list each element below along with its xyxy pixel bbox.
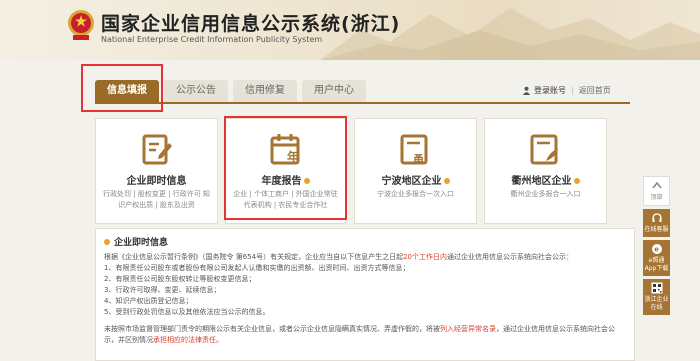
qr-code-icon: [651, 282, 662, 294]
app-label: e照通App下载: [644, 257, 669, 272]
headset-icon: [651, 213, 662, 222]
info-item: 3、行政许可取得、变更、延续信息；: [104, 286, 221, 294]
back-home-link[interactable]: 返回首页: [579, 85, 611, 96]
annotation-box-card: [224, 116, 347, 220]
intro-text: 根据《企业信息公示暂行条例》（国务院令 第654号）有关规定，企业应当自以下信息…: [104, 253, 404, 261]
card-title: 企业即时信息: [126, 176, 187, 187]
info-intro: 根据《企业信息公示暂行条例》（国务院令 第654号）有关规定，企业应当自以下信息…: [104, 252, 626, 263]
card-ningbo[interactable]: 甬 宁波地区企业 宁波企业多报合一次入口: [354, 118, 477, 224]
zhejiang-online-button[interactable]: 浙江企业在线: [643, 279, 670, 315]
info-item: 4、知识产权出质登记信息；: [104, 297, 193, 305]
card-subtitle: 宁波企业多报合一次入口: [377, 190, 454, 198]
tab-public-notice[interactable]: 公示公告: [164, 80, 228, 102]
app-download-button[interactable]: e e照通App下载: [643, 240, 670, 276]
online-label: 在线客服: [644, 226, 669, 233]
instant-info-panel: 企业即时信息 根据《企业信息公示暂行条例》（国务院令 第654号）有关规定，企业…: [95, 228, 635, 361]
card-title: 衢州地区企业: [485, 172, 606, 187]
quzhou-document-icon: [530, 134, 558, 165]
floating-sidebar: 顶部 在线客服 e e照通App下载 浙江企业在线: [643, 176, 670, 318]
national-emblem-icon: [68, 10, 94, 40]
site-title-english: National Enterprise Credit Information P…: [101, 35, 323, 44]
footer-highlight: 列入经营异常名录: [440, 325, 496, 333]
card-subtitle: 衢州企业多报合一入口: [510, 190, 581, 198]
login-link[interactable]: 登录账号: [534, 85, 566, 96]
card-title-text: 宁波地区企业: [381, 176, 442, 187]
info-item: 5、受到行政处罚信息以及其他依法应当公示的信息。: [104, 308, 270, 316]
footer-text: 未按照市场监督管理部门责令的期限公示有关企业信息，或者公示企业信息隐瞒真实情况、…: [104, 325, 440, 333]
online-service-button[interactable]: 在线客服: [643, 209, 670, 237]
user-icon: [522, 86, 531, 95]
new-dot-icon: [573, 178, 580, 184]
back-to-top-button[interactable]: 顶部: [643, 176, 670, 206]
ningbo-document-icon: 甬: [400, 134, 427, 166]
zj-label: 浙江企业在线: [644, 296, 669, 311]
info-item: 2、有限责任公司股东股权转让等股权变更信息；: [104, 275, 256, 283]
card-subtitle: 行政处罚 | 股权变更 | 行政许可 知识产权出质 | 股东及出资: [103, 190, 210, 209]
annotation-box-tab: [81, 64, 163, 112]
card-instant-info[interactable]: 企业即时信息 行政处罚 | 股权变更 | 行政许可 知识产权出质 | 股东及出资: [95, 118, 218, 224]
intro-highlight: 20个工作日内: [403, 253, 448, 261]
edit-document-icon: [142, 134, 172, 165]
card-quzhou[interactable]: 衢州地区企业 衢州企业多报合一入口: [484, 118, 607, 224]
svg-text:甬: 甬: [413, 153, 424, 166]
footer-highlight-end: 承担相应的法律责任。: [153, 336, 223, 344]
info-item: 1、有限责任公司股东或者股份有限公司发起人认缴和实缴的出资额、出资时间、出资方式…: [104, 264, 410, 272]
account-links: 登录账号 | 返回首页: [522, 85, 611, 96]
top-label: 顶部: [650, 194, 663, 201]
info-heading: 企业即时信息: [104, 235, 626, 248]
tab-credit-repair[interactable]: 信用修复: [233, 80, 297, 102]
intro-text-end: 通过企业信用信息公示系统向社会公示：: [447, 253, 574, 261]
card-title: 宁波地区企业: [355, 172, 476, 187]
app-logo-icon: e: [651, 244, 662, 254]
card-title-text: 衢州地区企业: [511, 176, 572, 187]
info-title-text: 企业即时信息: [114, 238, 169, 248]
new-dot-icon: [443, 178, 450, 184]
bullet-icon: [104, 238, 110, 245]
tab-user-center[interactable]: 用户中心: [302, 80, 366, 102]
site-title: 国家企业信用信息公示系统(浙江): [101, 13, 401, 35]
tab-underline: [95, 102, 630, 104]
arrow-up-icon: [651, 181, 662, 189]
svg-text:e: e: [654, 246, 659, 254]
site-header: 国家企业信用信息公示系统(浙江) National Enterprise Cre…: [0, 0, 700, 60]
divider: |: [571, 86, 574, 95]
info-footer: 未按照市场监督管理部门责令的期限公示有关企业信息，或者公示企业信息隐瞒真实情况、…: [104, 324, 626, 346]
